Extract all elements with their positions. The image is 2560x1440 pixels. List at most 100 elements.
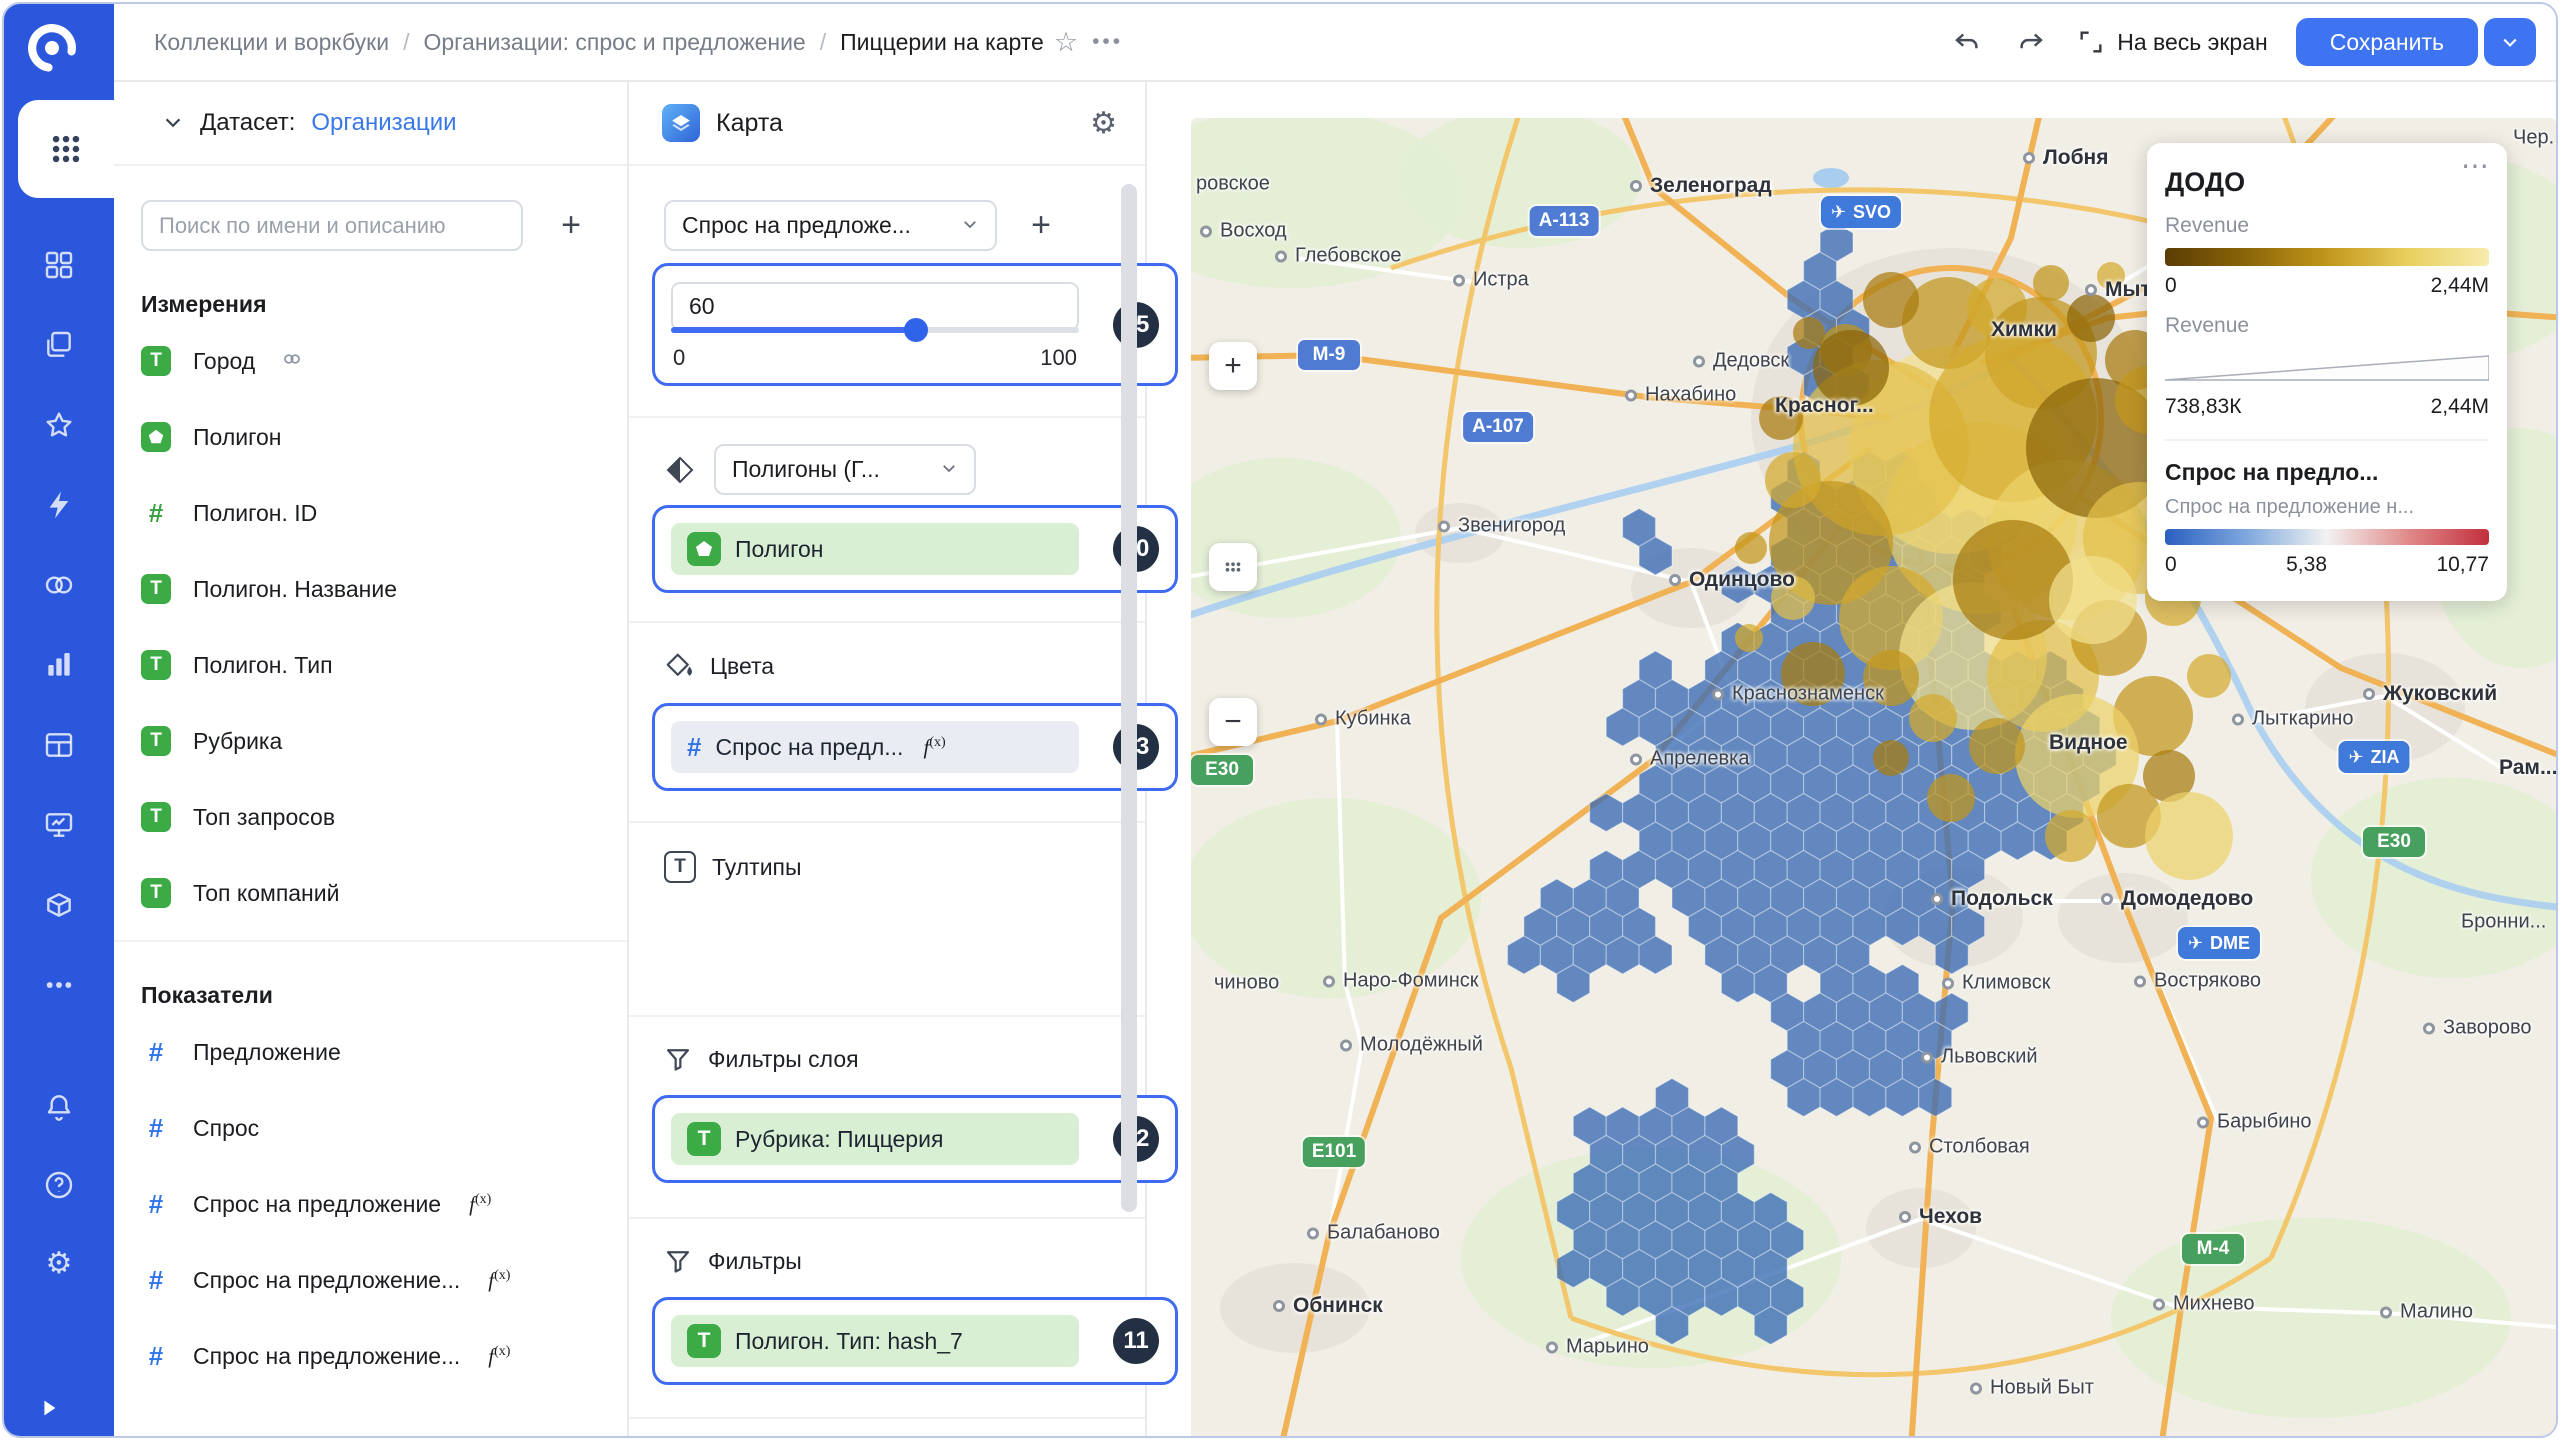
legend-demand-max: 10,77 xyxy=(2436,553,2489,577)
number-field-icon: # xyxy=(141,498,171,529)
datalens-logo[interactable] xyxy=(20,16,84,80)
city-dot xyxy=(1275,250,1287,262)
field-row[interactable]: #Спрос на предложение...f(x) xyxy=(141,1251,627,1309)
favorites-icon[interactable] xyxy=(42,408,76,442)
undo-button[interactable] xyxy=(1949,24,1985,60)
redo-button[interactable] xyxy=(2013,24,2049,60)
legend-title: ДОДО xyxy=(2165,167,2489,198)
city-dot xyxy=(2085,284,2097,296)
chart-settings-panel: Карта ⚙ Спрос на предложе... + 0 100 xyxy=(629,82,1147,1436)
map-city-label: Краснознаменск xyxy=(1712,683,1884,706)
airport-badge: ✈DME xyxy=(2178,927,2260,959)
breadcrumb: Коллекции и воркбуки / Организации: спро… xyxy=(154,29,1044,56)
field-row[interactable]: TГород xyxy=(141,332,627,390)
map-city-label: Звенигород xyxy=(1438,515,1565,538)
opacity-slider[interactable] xyxy=(671,327,1079,333)
slider-handle[interactable] xyxy=(904,318,928,342)
save-button[interactable]: Сохранить xyxy=(2296,18,2478,66)
dataset-header[interactable]: Датасет: Организации xyxy=(114,82,627,166)
demand-gradient-bar xyxy=(2165,529,2489,545)
measure-tool-button[interactable] xyxy=(1209,543,1257,591)
opacity-value-input[interactable] xyxy=(671,282,1079,331)
charts-icon[interactable] xyxy=(42,648,76,682)
dashboards-icon[interactable] xyxy=(42,248,76,282)
filter-chip[interactable]: T Полигон. Тип: hash_7 xyxy=(671,1315,1079,1367)
map-widget[interactable]: ровскоеВосходЗеленоградЛобняПушкиноМытищ… xyxy=(1191,118,2556,1438)
map-city-label: Столбовая xyxy=(1909,1136,2030,1159)
map-city-label: ровское xyxy=(1196,173,1270,196)
city-dot xyxy=(1931,893,1943,905)
field-row[interactable]: TПолигон. Тип xyxy=(141,636,627,694)
map-city-label: Марьино xyxy=(1546,1336,1649,1359)
breadcrumb-workbook[interactable]: Организации: спрос и предложение xyxy=(423,29,805,56)
add-field-button[interactable]: + xyxy=(547,202,595,250)
legend-color-min: 0 xyxy=(2165,274,2177,298)
help-icon[interactable] xyxy=(42,1168,76,1202)
map-city-label: Малино xyxy=(2380,1301,2473,1324)
collapse-rail-button[interactable] xyxy=(38,1397,60,1424)
zoom-in-button[interactable]: + xyxy=(1209,342,1257,390)
legend-more-icon[interactable]: ⋯ xyxy=(2461,149,2491,182)
add-layer-button[interactable]: + xyxy=(1017,202,1065,250)
city-dot xyxy=(1693,355,1705,367)
field-row[interactable]: TРубрика xyxy=(141,712,627,770)
city-dot xyxy=(2134,975,2146,987)
collections-icon[interactable] xyxy=(42,328,76,362)
field-row[interactable]: #Спрос на предложение...f(x) xyxy=(141,1327,627,1385)
panel-scrollbar[interactable] xyxy=(1121,184,1137,1212)
field-row[interactable]: # Полигон. ID xyxy=(141,484,627,542)
tooltips-dropzone[interactable] xyxy=(629,905,1145,1015)
nav-rail: ⚙ xyxy=(4,4,114,1436)
save-options-button[interactable] xyxy=(2484,18,2536,66)
text-field-icon: T xyxy=(687,1122,721,1156)
field-row[interactable]: #Спрос xyxy=(141,1099,627,1157)
field-label: Полигон. ID xyxy=(193,500,317,527)
city-dot xyxy=(2423,1022,2435,1034)
notifications-icon[interactable] xyxy=(42,1090,76,1124)
chart-settings-gear-icon[interactable]: ⚙ xyxy=(1090,106,1117,141)
field-search-input[interactable] xyxy=(141,200,523,251)
text-field-icon: T xyxy=(141,726,171,756)
tables-icon[interactable] xyxy=(42,728,76,762)
settings-icon[interactable]: ⚙ xyxy=(42,1246,76,1280)
layer-select[interactable]: Спрос на предложе... xyxy=(664,200,997,251)
map-city-label: Красног... xyxy=(1775,394,1874,418)
monitoring-icon[interactable] xyxy=(42,808,76,842)
geotype-select[interactable]: Полигоны (Г... xyxy=(714,444,976,495)
geopolygon-field-chip[interactable]: Полигон xyxy=(671,523,1079,575)
field-row[interactable]: Полигон xyxy=(141,408,627,466)
city-dot xyxy=(1712,688,1724,700)
field-label: Город xyxy=(193,348,255,375)
dataset-label: Датасет: xyxy=(200,109,295,137)
field-row[interactable]: TТоп запросов xyxy=(141,788,627,846)
breadcrumb-collections[interactable]: Коллекции и воркбуки xyxy=(154,29,389,56)
field-row[interactable]: #Спрос на предложениеf(x) xyxy=(141,1175,627,1233)
layer-filter-chip[interactable]: T Рубрика: Пиццерия xyxy=(671,1113,1079,1165)
map-legend: ⋯ ДОДО Revenue 0 2,44M Revenue 738,83К 2… xyxy=(2147,143,2507,601)
favorite-star-icon[interactable]: ☆ xyxy=(1054,27,1078,58)
field-row[interactable]: #Предложение xyxy=(141,1023,627,1081)
map-city-label: Зеленоград xyxy=(1630,174,1772,198)
colors-field-chip[interactable]: # Спрос на предл... f(x) xyxy=(671,721,1079,773)
city-dot xyxy=(1438,520,1450,532)
field-row[interactable]: TТоп компаний xyxy=(141,864,627,922)
storage-icon[interactable] xyxy=(42,888,76,922)
field-label: Спрос xyxy=(193,1115,259,1142)
formula-icon: f(x) xyxy=(488,1344,510,1369)
map-city-label: Молодёжный xyxy=(1340,1034,1483,1057)
dimensions-list: TГородПолигон#Полигон. IDTПолигон. Назва… xyxy=(114,324,627,922)
fullscreen-button[interactable]: На весь экран xyxy=(2077,28,2268,56)
datasets-icon[interactable] xyxy=(42,568,76,602)
play-icon xyxy=(38,1397,60,1419)
slider-min-label: 0 xyxy=(673,345,685,371)
tooltips-icon: T xyxy=(664,851,696,883)
more-services-icon[interactable] xyxy=(42,968,76,1002)
airport-badge: ✈ZIA xyxy=(2338,741,2409,773)
apps-menu-button[interactable] xyxy=(18,100,114,198)
map-city-label: Обнинск xyxy=(1273,1294,1383,1318)
dataset-name-link[interactable]: Организации xyxy=(311,109,456,137)
zoom-out-button[interactable]: − xyxy=(1209,698,1257,746)
connections-icon[interactable] xyxy=(42,488,76,522)
more-actions-icon[interactable]: ••• xyxy=(1092,30,1123,54)
field-row[interactable]: TПолигон. Название xyxy=(141,560,627,618)
